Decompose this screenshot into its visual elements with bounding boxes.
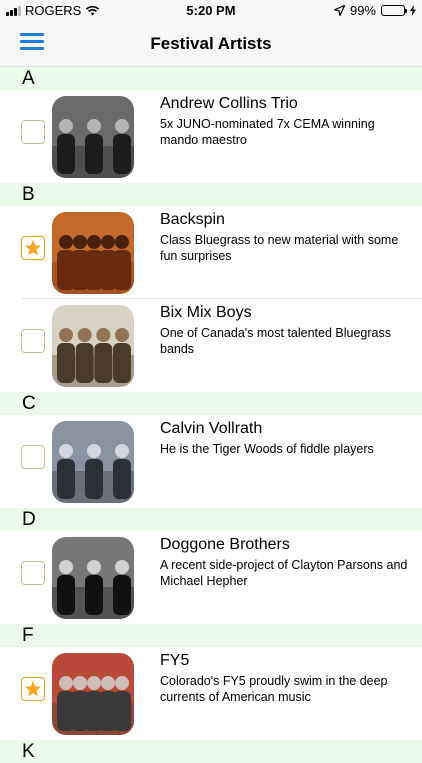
section-header: C xyxy=(0,392,422,415)
artist-description: A recent side-project of Clayton Parsons… xyxy=(160,558,408,588)
section-header: A xyxy=(0,67,422,90)
battery-percent: 99% xyxy=(349,3,376,18)
favorite-checkbox[interactable] xyxy=(21,329,45,353)
navigation-bar: Festival Artists xyxy=(0,22,422,67)
artist-name: Bix Mix Boys xyxy=(160,304,252,321)
artist-row[interactable]: FY5 Colorado's FY5 proudly swim in the de… xyxy=(0,647,422,740)
artist-name: Doggone Brothers xyxy=(160,536,290,553)
artist-list[interactable]: A Andrew Collins Trio 5x JUNO-nominated 7x… xyxy=(0,67,422,763)
status-right: 99% xyxy=(333,3,416,18)
section-header: F xyxy=(0,624,422,647)
artist-name: Calvin Vollrath xyxy=(160,420,263,437)
artist-description: Class Bluegrass to new material with som… xyxy=(160,233,399,263)
artist-photo xyxy=(52,653,134,735)
artist-description: He is the Tiger Woods of fiddle players xyxy=(160,442,374,456)
status-bar: ROGERS 5:20 PM 99% xyxy=(0,0,422,22)
artist-description: Colorado's FY5 proudly swim in the deep … xyxy=(160,674,388,704)
favorite-checkbox-starred[interactable] xyxy=(21,677,45,701)
artist-photo xyxy=(52,537,134,619)
artist-row[interactable]: Backspin Class Bluegrass to new material … xyxy=(0,206,422,299)
favorite-checkbox[interactable] xyxy=(21,120,45,144)
section-header: D xyxy=(0,508,422,531)
artist-photo xyxy=(52,96,134,178)
section-header: K xyxy=(0,740,422,763)
artist-row[interactable]: Doggone Brothers A recent side-project of… xyxy=(0,531,422,624)
battery-icon xyxy=(381,5,407,16)
artist-row[interactable]: Calvin Vollrath He is the Tiger Woods of … xyxy=(0,415,422,508)
artist-photo xyxy=(52,212,134,294)
section-header: B xyxy=(0,183,422,206)
artist-description: 5x JUNO-nominated 7x CEMA winning mando … xyxy=(160,117,375,147)
artist-row[interactable]: Bix Mix Boys One of Canada's most talente… xyxy=(0,299,422,392)
favorite-checkbox[interactable] xyxy=(21,445,45,469)
charging-bolt-icon xyxy=(410,5,416,16)
location-arrow-icon xyxy=(333,5,345,16)
artist-name: Backspin xyxy=(160,211,225,228)
favorite-checkbox-starred[interactable] xyxy=(21,236,45,260)
artist-row[interactable]: Andrew Collins Trio 5x JUNO-nominated 7x … xyxy=(0,90,422,183)
favorite-checkbox[interactable] xyxy=(21,561,45,585)
artist-photo xyxy=(52,305,134,387)
artist-description: One of Canada's most talented Bluegrass … xyxy=(160,326,391,356)
artist-name: FY5 xyxy=(160,652,190,669)
artist-photo xyxy=(52,421,134,503)
page-title: Festival Artists xyxy=(150,34,272,53)
artist-name: Andrew Collins Trio xyxy=(160,95,298,112)
